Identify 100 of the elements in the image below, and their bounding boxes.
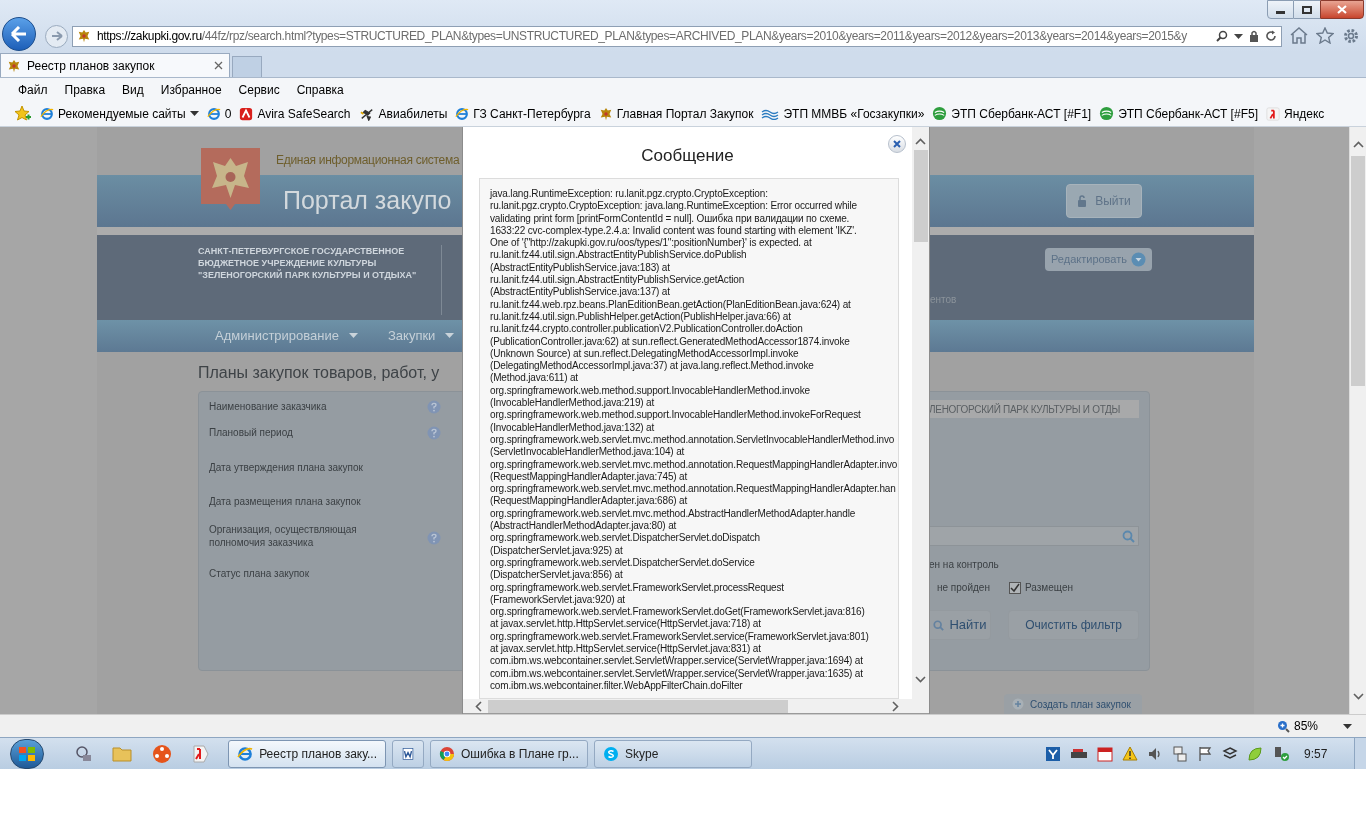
favorite-link[interactable]: ЭТП Сбербанк-АСТ [#F5] (1099, 104, 1258, 123)
favorite-link[interactable]: Avira SafeSearch (239, 104, 351, 123)
chevron-up-icon[interactable] (915, 138, 926, 145)
search-icon (933, 619, 945, 631)
close-icon (893, 140, 901, 148)
caret-icon (1343, 723, 1352, 729)
chevron-right-icon[interactable] (892, 700, 899, 712)
skype-icon (603, 745, 619, 762)
filter-label: Плановый период (209, 426, 294, 439)
network-icon[interactable] (1172, 745, 1188, 762)
portal-title: Портал закупо (283, 185, 452, 217)
scrollbar-thumb[interactable] (1351, 156, 1365, 386)
minimize-button[interactable] (1267, 0, 1294, 19)
zoom-icon (1277, 719, 1290, 733)
scrollbar[interactable] (912, 127, 929, 699)
filter-label: Дата размещения плана закупок (209, 495, 362, 508)
home-icon[interactable] (1290, 27, 1308, 44)
address-bar[interactable]: https://zakupki.gov.ru/44fz/rpz/search.html?types=STRUCTURED_PLAN&types=UNSTRUCTURED_PLAN&types=ARCHIVED_PLAN&years=2010&years=2011&years=2012&years=2013&years=2014&years=2015&y (72, 25, 1282, 47)
caret-icon (1234, 33, 1243, 39)
favorite-link[interactable]: Яндекс (1265, 104, 1325, 123)
page-title: Планы закупок товаров, работ, у (198, 363, 440, 384)
back-button[interactable] (2, 17, 36, 51)
menu-item[interactable]: Избранное (160, 80, 222, 99)
emblem-logo (201, 148, 260, 210)
search-field[interactable] (929, 526, 1139, 546)
filter-label: Дата утверждения плана закупок (209, 461, 364, 474)
settings-icon[interactable] (1342, 27, 1360, 45)
system-name: Единая информационная система (276, 152, 460, 169)
chevron-down-icon[interactable] (1352, 693, 1364, 700)
favorite-link[interactable]: ЭТП Сбербанк-АСТ [#F1] (932, 104, 1092, 123)
favorite-link[interactable]: ЭТП ММВБ «Госзакупки» (761, 104, 925, 123)
clock: 9:57 (1304, 745, 1329, 763)
dialog-title: Сообщение (641, 144, 734, 167)
lock-icon (1249, 30, 1259, 42)
arrow-left-icon (10, 26, 28, 42)
refresh-icon[interactable] (1265, 30, 1277, 42)
emblem-icon (7, 58, 21, 73)
start-button[interactable] (10, 738, 44, 769)
taskbar-button[interactable] (392, 739, 424, 768)
chevron-left-icon[interactable] (475, 700, 482, 712)
menu-item[interactable]: Вид (122, 80, 144, 99)
taskbar-button[interactable]: Skype (594, 739, 752, 768)
scrollbar[interactable] (1349, 127, 1366, 714)
plane-icon (358, 106, 375, 121)
close-button[interactable] (1320, 0, 1364, 19)
globe-icon (932, 106, 948, 121)
checkbox-label: Размещен (1025, 581, 1073, 595)
wave-icon (761, 107, 780, 120)
filter-label: Наименование заказчика (209, 400, 328, 413)
network-icon[interactable] (74, 744, 92, 763)
status-checkbox[interactable] (1009, 581, 1021, 594)
chrome-icon (439, 745, 455, 762)
calendar-icon[interactable] (1097, 745, 1113, 762)
windows-logo-icon (18, 745, 36, 762)
chevron-down-icon[interactable] (915, 676, 926, 683)
chevron-up-icon[interactable] (1352, 141, 1364, 148)
check-icon (1010, 582, 1020, 593)
taskbar-button[interactable]: Ошибка в Плане гр... (430, 739, 588, 768)
taskbar-button[interactable]: Реестр планов заку... (228, 739, 386, 768)
caret-icon (445, 333, 455, 339)
device-icon[interactable] (1070, 746, 1088, 761)
favorite-link[interactable]: Авиабилеты (358, 104, 448, 123)
arrow-right-icon (50, 31, 63, 41)
zoom-control[interactable]: 85% (1277, 717, 1352, 735)
favorite-link[interactable]: Рекомендуемые сайты (40, 104, 199, 123)
warning-icon[interactable] (1122, 745, 1138, 762)
lock-icon (1077, 195, 1088, 207)
caret-icon (348, 333, 358, 339)
favorite-link[interactable]: Главная Портал Закупок (598, 104, 754, 123)
box-icon[interactable] (1222, 745, 1238, 762)
caret-icon (1131, 251, 1146, 267)
filter-label: Организация, осуществляющая полномочия заказчика (209, 523, 358, 549)
maximize-button[interactable] (1294, 0, 1320, 19)
favorite-link[interactable]: 0 (206, 104, 232, 123)
close-button[interactable] (888, 135, 906, 153)
browser-tab[interactable]: Реестр планов закупок (0, 53, 230, 77)
menu-item[interactable]: Справка (296, 80, 344, 99)
filter-label: Статус плана закупок (209, 567, 311, 580)
organization-name: САНКТ-ПЕТЕРБУРГСКОЕ ГОСУДАРСТВЕННОЕ БЮДЖЕТНОЕ УЧРЕЖДЕНИЕ КУЛЬТУРЫ "ЗЕЛЕНОГОРСКИЙ ПАРК КУЛЬТУРЫ И ОТДЫХА" (198, 244, 418, 281)
star-icon[interactable] (1316, 27, 1334, 44)
menu-item[interactable]: Сервис (238, 80, 280, 99)
address-url: https://zakupki.gov.ru/44fz/rpz/search.html?types=STRUCTURED_PLAN&types=UNSTRUCTURED_PLAN&types=ARCHIVED_PLAN&years=2010&years=2011&years=2012&years=2013&years=2014&years=2015&y (97, 28, 1187, 45)
film-reel-icon[interactable] (152, 743, 172, 764)
bookmark-icon (1265, 106, 1280, 121)
menu-item[interactable]: Правка (64, 80, 106, 99)
search-icon[interactable] (1216, 30, 1228, 42)
status-option: не пройден (937, 580, 1009, 595)
emblem-icon (77, 29, 91, 43)
close-icon[interactable] (214, 61, 223, 70)
tab-title: Реестр планов закупок (27, 57, 155, 75)
favorite-link[interactable]: ГЗ Санкт-Петербурга (455, 104, 591, 123)
scrollbar-thumb[interactable] (913, 150, 928, 242)
plug-icon[interactable] (1272, 745, 1290, 762)
caret-icon (189, 111, 199, 116)
globe-icon (1099, 106, 1115, 121)
horizontal-scrollbar[interactable] (463, 699, 929, 714)
emblem-icon (598, 106, 613, 121)
scrollbar-thumb[interactable] (488, 699, 788, 713)
menu-item[interactable]: Файл (18, 80, 48, 99)
favorites-add-icon[interactable] (14, 105, 32, 122)
